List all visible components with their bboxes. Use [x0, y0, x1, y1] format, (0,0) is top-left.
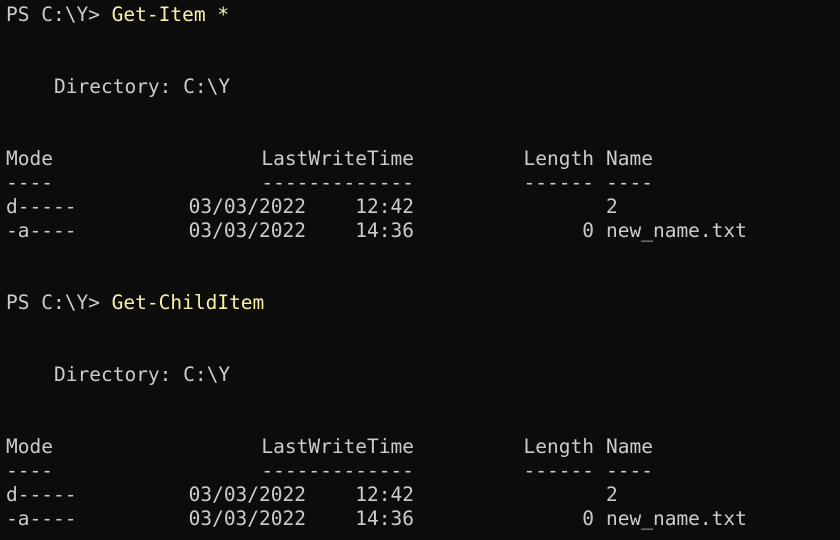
terminal-window[interactable]: PS C:\Y> Get-Item * Directory: C:\Y Mode…: [0, 0, 840, 540]
row-name: new_name.txt: [606, 219, 747, 242]
separator-mode: ----: [6, 459, 53, 482]
table-separator: ---- ------------- ------ ----: [6, 459, 840, 483]
header-name: Name: [606, 147, 653, 170]
separator-last-write-time: -------------: [261, 459, 414, 482]
prompt-line: PS C:\Y> Get-ChildItem: [6, 291, 840, 315]
prompt: PS C:\Y>: [6, 3, 112, 26]
row-name: new_name.txt: [606, 507, 747, 530]
row-time: 12:42: [355, 483, 414, 506]
header-length: Length: [523, 435, 594, 458]
row-date: 03/03/2022: [188, 507, 306, 530]
header-last-write-time: LastWriteTime: [261, 435, 414, 458]
separator-mode: ----: [6, 171, 53, 194]
header-mode: Mode: [6, 435, 53, 458]
table-header: Mode LastWriteTime Length Name: [6, 435, 840, 459]
separator-name: ----: [606, 459, 653, 482]
table-row: -a---- 03/03/2022 14:36 0 new_name.txt: [6, 219, 840, 243]
prompt-line: PS C:\Y> Get-Item *: [6, 3, 840, 27]
table-row: d----- 03/03/2022 12:42 2: [6, 195, 840, 219]
command-text: Get-ChildItem: [111, 291, 265, 314]
separator-length: ------: [523, 459, 594, 482]
row-mode: d-----: [6, 483, 77, 506]
row-length: 0: [582, 507, 594, 530]
header-last-write-time: LastWriteTime: [261, 147, 414, 170]
row-length: 0: [582, 219, 594, 242]
row-time: 14:36: [355, 219, 414, 242]
header-length: Length: [523, 147, 594, 170]
row-date: 03/03/2022: [188, 219, 306, 242]
directory-label: Directory: C:\Y: [54, 75, 231, 98]
row-name: 2: [606, 195, 618, 218]
prompt: PS C:\Y>: [6, 291, 112, 314]
separator-length: ------: [523, 171, 594, 194]
command-text: Get-Item *: [111, 3, 230, 26]
separator-last-write-time: -------------: [261, 171, 414, 194]
row-time: 14:36: [355, 507, 414, 530]
row-name: 2: [606, 483, 618, 506]
table-separator: ---- ------------- ------ ----: [6, 171, 840, 195]
table-header: Mode LastWriteTime Length Name: [6, 147, 840, 171]
row-mode: -a----: [6, 507, 77, 530]
header-name: Name: [606, 435, 653, 458]
header-mode: Mode: [6, 147, 53, 170]
row-time: 12:42: [355, 195, 414, 218]
table-row: d----- 03/03/2022 12:42 2: [6, 483, 840, 507]
row-date: 03/03/2022: [188, 195, 306, 218]
directory-label: Directory: C:\Y: [54, 363, 231, 386]
row-date: 03/03/2022: [188, 483, 306, 506]
row-mode: d-----: [6, 195, 77, 218]
row-mode: -a----: [6, 219, 77, 242]
separator-name: ----: [606, 171, 653, 194]
table-row: -a---- 03/03/2022 14:36 0 new_name.txt: [6, 507, 840, 531]
